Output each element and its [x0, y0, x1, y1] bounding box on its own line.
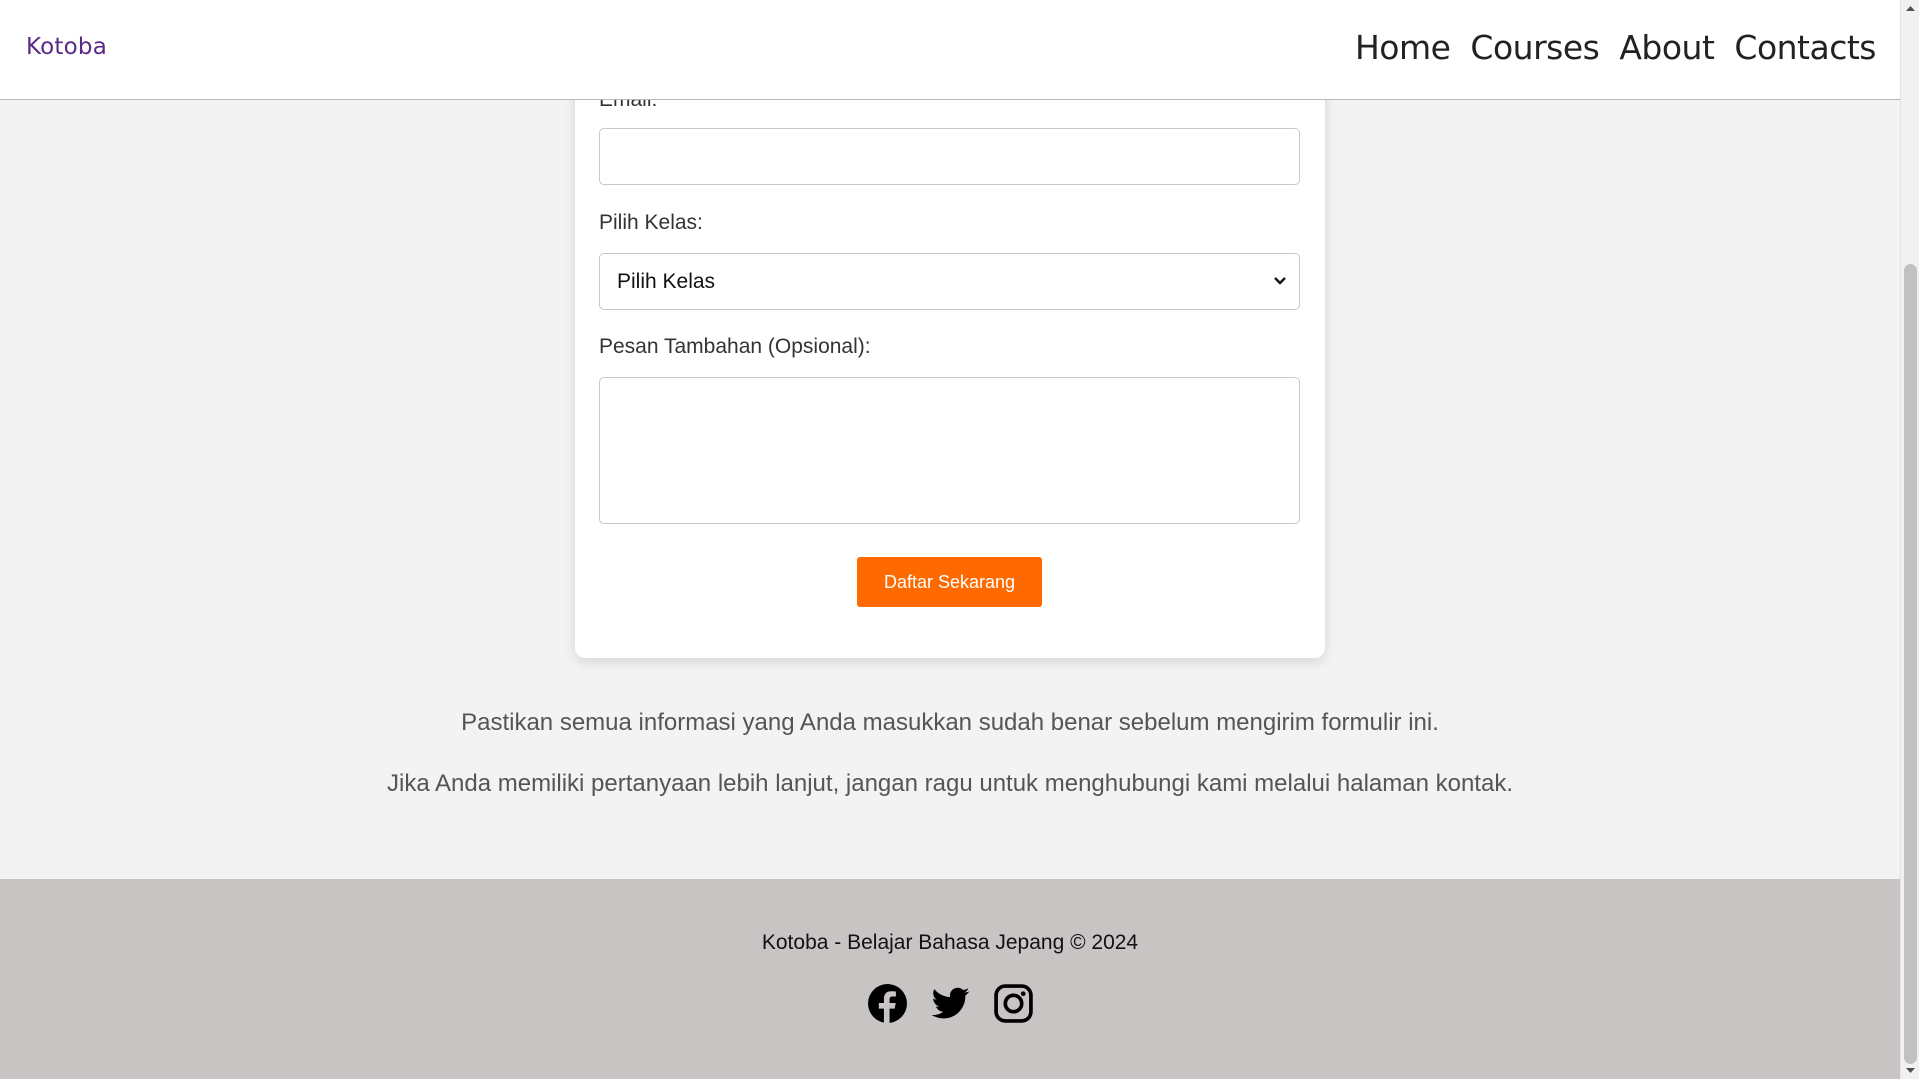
nav-contacts[interactable]: Contacts: [1734, 28, 1876, 67]
class-label: Pilih Kelas:: [599, 211, 703, 234]
vertical-scrollbar[interactable]: [1900, 0, 1919, 1079]
submit-button[interactable]: Daftar Sekarang: [857, 557, 1042, 607]
scrollbar-thumb[interactable]: [1904, 264, 1917, 1064]
scroll-up-arrow-icon[interactable]: [1905, 4, 1916, 12]
class-select-value: Pilih Kelas: [617, 269, 716, 293]
main-nav: Home Courses About Contacts: [1355, 28, 1877, 67]
chevron-down-icon: [1274, 277, 1286, 285]
message-label: Pesan Tambahan (Opsional):: [599, 335, 871, 358]
message-textarea[interactable]: [599, 377, 1300, 524]
facebook-icon[interactable]: [867, 983, 908, 1024]
footer-copyright: Kotoba - Belajar Bahasa Jepang © 2024: [761, 931, 1139, 954]
scroll-down-arrow-icon[interactable]: [1905, 1067, 1916, 1075]
twitter-icon[interactable]: [930, 983, 971, 1024]
info-note: Pastikan semua informasi yang Anda masuk…: [461, 709, 1439, 736]
social-links: [867, 983, 1034, 1024]
class-select[interactable]: Pilih Kelas: [599, 253, 1300, 310]
contact-note: Jika Anda memiliki pertanyaan lebih lanj…: [386, 770, 1513, 797]
site-footer: Kotoba - Belajar Bahasa Jepang © 2024: [0, 879, 1900, 1079]
site-header: Kotoba Home Courses About Contacts: [0, 0, 1900, 100]
nav-about[interactable]: About: [1619, 28, 1715, 67]
brand-logo[interactable]: Kotoba: [26, 34, 107, 60]
email-field[interactable]: [599, 128, 1300, 185]
nav-courses[interactable]: Courses: [1470, 28, 1599, 67]
registration-form-card: Email: Pilih Kelas: Pilih Kelas Pesan Ta…: [575, 40, 1325, 658]
nav-home[interactable]: Home: [1355, 28, 1451, 67]
page: Email: Pilih Kelas: Pilih Kelas Pesan Ta…: [0, 0, 1900, 1079]
instagram-icon[interactable]: [993, 983, 1034, 1024]
